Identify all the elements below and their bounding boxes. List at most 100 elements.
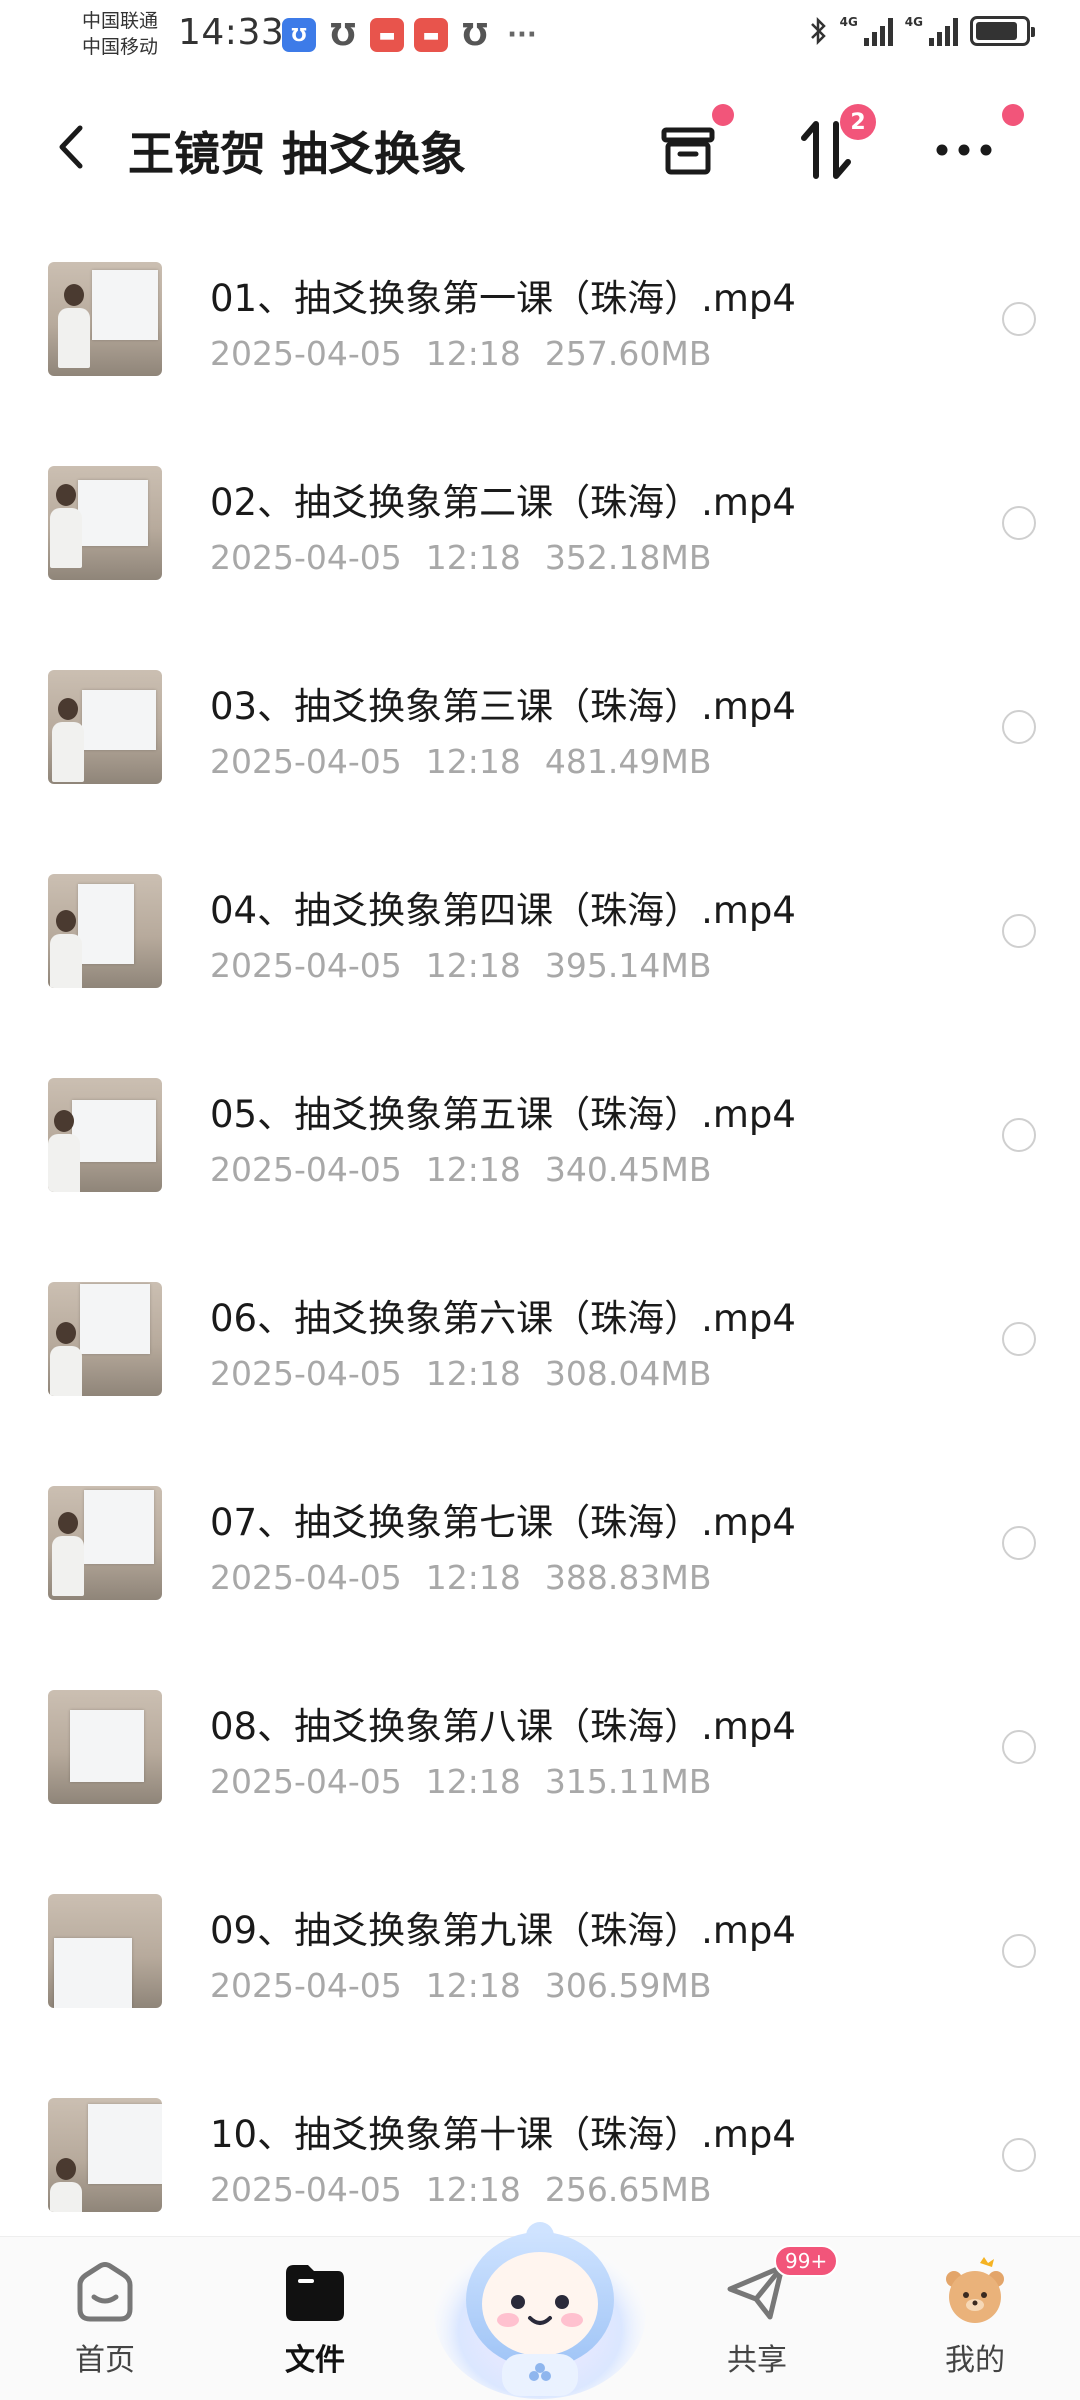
select-radio[interactable] (1002, 1322, 1036, 1356)
bluetooth-icon (810, 16, 826, 46)
app-notification-icon: Ʊ (462, 17, 488, 53)
file-name[interactable]: 09、抽爻换象第九课（珠海）.mp4 (210, 1900, 796, 1954)
file-row[interactable]: 09、抽爻换象第九课（珠海）.mp4 2025-04-05 12:18 306.59M… (0, 1850, 1080, 2054)
video-thumbnail[interactable] (48, 1486, 162, 1600)
nav-home[interactable]: 首页 (40, 2257, 170, 2387)
nav-files[interactable]: 文件 (250, 2257, 380, 2387)
video-thumbnail[interactable] (48, 1078, 162, 1192)
file-date: 2025-04-05 (210, 1966, 402, 2005)
file-time: 12:18 (425, 946, 521, 985)
bear-avatar-icon (940, 2257, 1010, 2327)
robot-mascot-icon (434, 2222, 646, 2399)
file-time: 12:18 (425, 1966, 521, 2005)
video-thumbnail[interactable] (48, 1894, 162, 2008)
file-name[interactable]: 08、抽爻换象第八课（珠海）.mp4 (210, 1696, 796, 1750)
select-radio[interactable] (1002, 302, 1036, 336)
file-row[interactable]: 06、抽爻换象第六课（珠海）.mp4 2025-04-05 12:18 308.04M… (0, 1238, 1080, 1442)
share-count-badge: 99+ (774, 2245, 839, 2277)
carrier-info: 中国联通 中国移动 (82, 8, 182, 60)
transfer-button[interactable]: 2 (786, 104, 876, 190)
file-size: 388.83MB (544, 1558, 712, 1597)
file-time: 12:18 (425, 1558, 521, 1597)
file-meta: 2025-04-05 12:18 315.11MB (210, 1762, 711, 1801)
file-size: 257.60MB (544, 334, 712, 373)
file-date: 2025-04-05 (210, 742, 402, 781)
select-radio[interactable] (1002, 1118, 1036, 1152)
app-notification-icon: Ʊ (282, 18, 316, 52)
file-time: 12:18 (425, 334, 521, 373)
file-row[interactable]: 01、抽爻换象第一课（珠海）.mp4 2025-04-05 12:18 257.60M… (0, 218, 1080, 422)
home-icon (70, 2257, 140, 2327)
video-thumbnail[interactable] (48, 1282, 162, 1396)
file-name[interactable]: 05、抽爻换象第五课（珠海）.mp4 (210, 1084, 796, 1138)
video-thumbnail[interactable] (48, 874, 162, 988)
select-radio[interactable] (1002, 710, 1036, 744)
file-row[interactable]: 08、抽爻换象第八课（珠海）.mp4 2025-04-05 12:18 315.11M… (0, 1646, 1080, 1850)
select-radio[interactable] (1002, 1730, 1036, 1764)
select-radio[interactable] (1002, 506, 1036, 540)
nav-home-label: 首页 (75, 2343, 135, 2378)
file-name[interactable]: 10、抽爻换象第十课（珠海）.mp4 (210, 2104, 796, 2158)
folder-icon (280, 2257, 350, 2327)
select-radio[interactable] (1002, 1526, 1036, 1560)
file-size: 340.45MB (544, 1150, 712, 1189)
file-meta: 2025-04-05 12:18 257.60MB (210, 334, 711, 373)
nav-me[interactable]: 我的 (910, 2257, 1040, 2387)
notification-icons: Ʊ Ʊ ▬ ▬ Ʊ ··· (282, 17, 542, 53)
file-time: 12:18 (425, 1150, 521, 1189)
ai-assistant-mascot-button[interactable] (430, 2178, 650, 2400)
shopping-app-notification-icon: ▬ (414, 18, 448, 52)
video-thumbnail[interactable] (48, 670, 162, 784)
file-date: 2025-04-05 (210, 1762, 402, 1801)
file-meta: 2025-04-05 12:18 481.49MB (210, 742, 711, 781)
notification-dot (712, 104, 734, 126)
video-thumbnail[interactable] (48, 466, 162, 580)
file-name[interactable]: 01、抽爻换象第一课（珠海）.mp4 (210, 268, 796, 322)
file-row[interactable]: 02、抽爻换象第二课（珠海）.mp4 2025-04-05 12:18 352.18M… (0, 422, 1080, 626)
file-size: 395.14MB (544, 946, 712, 985)
file-size: 306.59MB (544, 1966, 712, 2005)
file-size: 315.11MB (544, 1762, 712, 1801)
nav-share[interactable]: 99+ 共享 (692, 2245, 839, 2387)
file-date: 2025-04-05 (210, 1150, 402, 1189)
file-row[interactable]: 07、抽爻换象第七课（珠海）.mp4 2025-04-05 12:18 388.83M… (0, 1442, 1080, 1646)
shopping-app-notification-icon: ▬ (370, 18, 404, 52)
file-meta: 2025-04-05 12:18 340.45MB (210, 1150, 711, 1189)
file-size: 352.18MB (544, 538, 712, 577)
file-size: 481.49MB (544, 742, 712, 781)
file-name[interactable]: 04、抽爻换象第四课（珠海）.mp4 (210, 880, 796, 934)
file-name[interactable]: 03、抽爻换象第三课（珠海）.mp4 (210, 676, 796, 730)
video-thumbnail[interactable] (48, 262, 162, 376)
file-date: 2025-04-05 (210, 1354, 402, 1393)
select-radio[interactable] (1002, 1934, 1036, 1968)
more-options-button[interactable] (924, 104, 1024, 190)
file-date: 2025-04-05 (210, 334, 402, 373)
status-clock: 14:33 (178, 12, 285, 53)
nav-files-label: 文件 (285, 2343, 345, 2378)
carrier-2: 中国移动 (82, 36, 159, 58)
file-row[interactable]: 05、抽爻换象第五课（珠海）.mp4 2025-04-05 12:18 340.45M… (0, 1034, 1080, 1238)
network-type-label: 4G (904, 15, 923, 29)
page-header: 王镜贺 抽爻换象 2 (0, 90, 1080, 200)
file-time: 12:18 (425, 538, 521, 577)
archive-button[interactable] (648, 104, 734, 190)
file-name[interactable]: 06、抽爻换象第六课（珠海）.mp4 (210, 1288, 796, 1342)
file-row[interactable]: 03、抽爻换象第三课（珠海）.mp4 2025-04-05 12:18 481.49M… (0, 626, 1080, 830)
file-date: 2025-04-05 (210, 2170, 402, 2209)
video-thumbnail[interactable] (48, 2098, 162, 2212)
file-meta: 2025-04-05 12:18 395.14MB (210, 946, 711, 985)
nav-me-label: 我的 (945, 2343, 1005, 2378)
file-name[interactable]: 07、抽爻换象第七课（珠海）.mp4 (210, 1492, 796, 1546)
select-radio[interactable] (1002, 914, 1036, 948)
back-button[interactable] (50, 120, 94, 174)
paper-plane-icon: 99+ (722, 2245, 839, 2327)
system-icons: 4G 4G (808, 15, 1035, 46)
file-row[interactable]: 04、抽爻换象第四课（珠海）.mp4 2025-04-05 12:18 395.14M… (0, 830, 1080, 1034)
battery-level (976, 22, 1017, 40)
app-notification-icon: Ʊ (330, 17, 356, 53)
file-name[interactable]: 02、抽爻换象第二课（珠海）.mp4 (210, 472, 796, 526)
select-radio[interactable] (1002, 2138, 1036, 2172)
archive-icon (661, 127, 715, 175)
transfer-count-badge: 2 (840, 104, 876, 140)
video-thumbnail[interactable] (48, 1690, 162, 1804)
